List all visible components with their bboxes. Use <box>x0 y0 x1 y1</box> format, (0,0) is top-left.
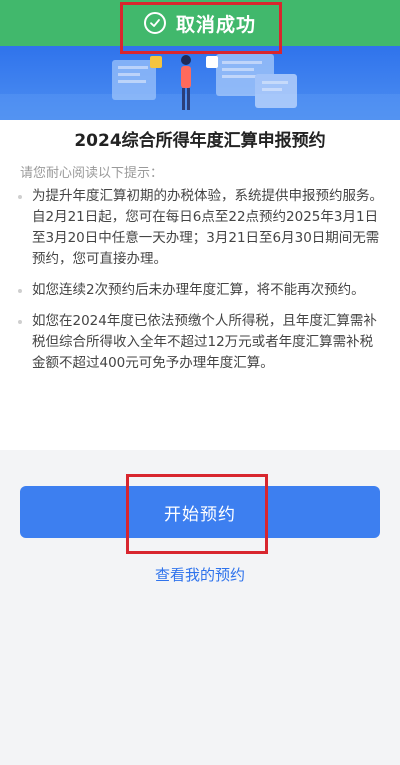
check-circle-icon <box>143 12 166 34</box>
notice-list: 为提升年度汇算初期的办税体验，系统提供申报预约服务。自2月21日起，您可在每日6… <box>16 186 386 384</box>
notice-item: 为提升年度汇算初期的办税体验，系统提供申报预约服务。自2月21日起，您可在每日6… <box>16 186 386 270</box>
notice-item: 如您在2024年度已依法预缴个人所得税，且年度汇算需补税但综合所得收入全年不超过… <box>16 311 386 374</box>
info-card: 2024综合所得年度汇算申报预约 请您耐心阅读以下提示： 为提升年度汇算初期的办… <box>0 120 400 450</box>
header-banner <box>0 46 400 120</box>
page-title: 2024综合所得年度汇算申报预约 <box>74 131 326 151</box>
hint-text: 请您耐心阅读以下提示： <box>20 166 164 181</box>
toast-text: 取消成功 <box>175 13 256 36</box>
success-toast: 取消成功 <box>0 0 400 46</box>
banner-illustration <box>0 54 400 120</box>
notice-item: 如您连续2次预约后未办理年度汇算，将不能再次预约。 <box>16 280 386 301</box>
start-reservation-button[interactable]: 开始预约 <box>20 486 380 538</box>
view-my-reservation-link[interactable]: 查看我的预约 <box>0 564 400 585</box>
